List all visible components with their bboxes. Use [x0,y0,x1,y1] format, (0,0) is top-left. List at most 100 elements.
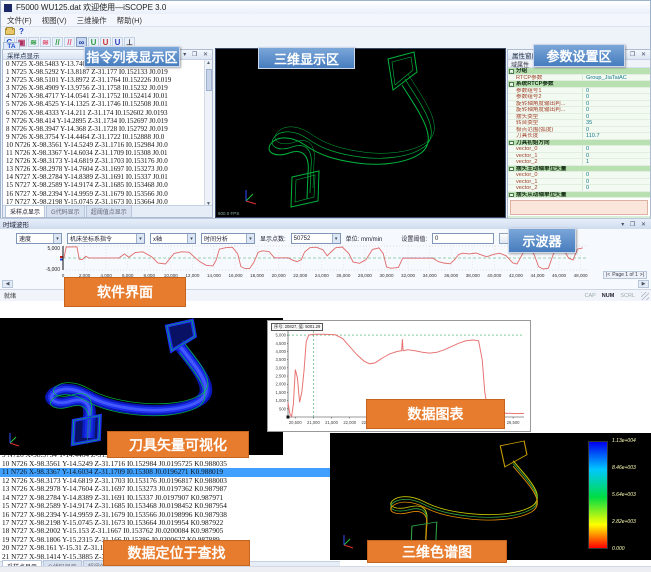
svg-text:22,000: 22,000 [293,273,307,278]
wave-red-icon[interactable]: ≋ [40,37,51,47]
threshold-input[interactable]: 0 [432,233,494,244]
sample-point-panel: 采样点显示 ▾ ❐ ✕ 0 N725 X-98.5483 Y-13.7402 Z… [2,49,213,218]
gcode-row[interactable]: 11 N726 X-98.3367 Y-14.6034 Z-31.1709 I0… [4,149,204,157]
collapse-icon[interactable]: - [509,69,514,74]
coord-system-select[interactable]: 机床坐标系指令▾ [67,233,145,244]
gcode-row[interactable]: 6 N726 X-98.4333 Y-14.211 Z-31.174 I0.15… [4,109,204,117]
panel-window-buttons[interactable]: ▾ ❐ ✕ [621,221,648,228]
scrollbar-thumb[interactable] [206,69,212,91]
menu-view[interactable]: 视图(V) [42,15,67,26]
open-file-icon[interactable] [5,28,15,35]
annotation-tool-vectors: 刀具矢量可视化 [107,431,249,458]
menu-file[interactable]: 文件(F) [7,15,32,26]
panel-window-buttons[interactable]: ▾ ❐ ✕ [621,51,648,58]
svg-text:14,000: 14,000 [207,273,221,278]
property-panel: 属性窗口 ▾ ❐ ✕ 域属性 分组-RTCP参数Group_JiaTaiAC系统… [507,49,651,218]
vector-green-icon[interactable]: U [88,37,99,47]
chevron-down-icon[interactable]: ▾ [187,234,195,243]
loop-icon[interactable]: ∞ [76,37,87,47]
points-count-select[interactable]: 50752▾ [291,233,341,244]
scroll-left-button[interactable]: ◀ [2,280,13,288]
vector-red-icon[interactable]: U [100,37,111,47]
collapse-icon[interactable]: - [509,167,514,172]
chevron-down-icon[interactable]: ▾ [136,234,144,243]
chevron-down-icon[interactable]: ▾ [246,234,254,243]
gcode-row[interactable]: 10 N726 X-98.3561 Y-14.5249 Z-31.1716 I0… [4,141,204,149]
gcode-list[interactable]: 0 N725 X-98.5483 Y-13.7402 Z-31.1776 I0.… [4,60,204,207]
vector-blue-icon[interactable]: U [112,37,123,47]
wave-green-icon[interactable]: ≋ [28,37,39,47]
menu-help[interactable]: 帮助(H) [117,15,142,26]
collapse-icon[interactable]: - [509,141,514,146]
waveform-pager[interactable]: |< Page 1 of 1 >| [603,271,647,279]
gcode-row[interactable]: 5 N726 X-98.4525 Y-14.1325 Z-31.1746 I0.… [4,100,204,108]
gcode-row[interactable]: 9 N726 X-98.3754 Y-14.4464 Z-31.1722 I0.… [4,133,204,141]
svg-text:18,000: 18,000 [250,273,264,278]
svg-text:1,500: 1,500 [276,390,287,395]
caps-indicator: CAP [584,293,595,299]
svg-text:42,000: 42,000 [509,273,523,278]
help-icon[interactable]: ? [19,28,24,36]
gcode-row[interactable]: 2 N725 X-98.5101 Y-13.8972 Z-31.1764 I0.… [4,76,204,84]
toolpath-3d-wireframe [216,49,507,219]
axis-triad-icon [10,433,19,446]
pager-next-button[interactable]: >| [640,272,644,278]
svg-text:22,000: 22,000 [343,420,356,425]
axis-triad-icon [246,190,256,204]
tab-2[interactable]: 超阈值点显示 [86,205,132,217]
svg-text:20,500: 20,500 [289,420,302,425]
svg-text:3,500: 3,500 [276,357,287,362]
gcode-row[interactable]: 7 N726 X-98.414 Y-14.2895 Z-31.1734 I0.1… [4,117,204,125]
property-description-box [510,200,648,215]
gcode-row[interactable]: 4 N726 X-98.4717 Y-14.0541 Z-31.1752 I0.… [4,92,204,100]
num-indicator: NUM [602,293,615,299]
tab-1[interactable]: G代码显示 [46,205,85,217]
svg-text:40,000: 40,000 [487,273,501,278]
gcode-row[interactable]: 12 N726 X-98.3173 Y-14.6819 Z-31.1703 I0… [4,157,204,165]
perpendicular-icon[interactable]: ⊥ [124,37,135,47]
chevron-down-icon[interactable]: ▾ [53,234,61,243]
svg-text:16,000: 16,000 [229,273,243,278]
axis-select[interactable]: x轴▾ [150,233,196,244]
threshold-label: 设置阈值: [401,234,427,243]
annotation-data-chart: 数据图表 [366,399,505,429]
chevron-down-icon[interactable]: ▾ [332,234,340,243]
gcode-row[interactable]: 13 N726 X-98.2978 Y-14.7604 Z-31.1697 I0… [4,165,204,173]
resize-grip[interactable] [641,292,649,300]
collapse-icon[interactable]: - [509,82,514,87]
annotation-data-locate: 数据定位于查找 [103,540,250,566]
svg-text:-5,000: -5,000 [46,267,60,273]
gcode-row[interactable]: 1 N725 X-98.5292 Y-13.8187 Z-31.177 I0.1… [4,68,204,76]
hatch-red-icon[interactable]: // [64,37,75,47]
signal-select[interactable]: 速度▾ [16,233,62,244]
svg-text:24,000: 24,000 [315,273,329,278]
hatch-green-icon[interactable]: // [52,37,63,47]
svg-text:21,500: 21,500 [325,420,338,425]
gcode-row[interactable]: 16 N727 X-98.2394 Y-14.9959 Z-31.1679 I0… [4,190,204,198]
svg-text:5,000: 5,000 [47,246,60,252]
pager-prev-button[interactable]: |< [606,272,610,278]
svg-text:2,000: 2,000 [276,382,287,387]
annotation-software-ui: 软件界面 [64,277,186,307]
gcode-row[interactable]: 3 N726 X-98.4909 Y-13.9756 Z-31.1758 I0.… [4,84,204,92]
svg-text:4,500: 4,500 [276,341,287,346]
gcode-row[interactable]: 15 N727 X-98.2589 Y-14.9174 Z-31.1685 I0… [4,181,204,189]
color-scale-value: 1.13e+004 [612,438,636,444]
property-grid[interactable]: 分组-RTCP参数Group_JiaTaiAC系统RTCP参数-参数组号10参数… [508,68,650,198]
tab-0[interactable]: 采样点显示 [5,205,45,217]
vertical-scrollbar[interactable]: ▲▼ [204,60,212,207]
svg-text:26,500: 26,500 [507,420,520,425]
svg-text:32,000: 32,000 [401,273,415,278]
gcode-row[interactable]: 14 N727 X-98.2784 Y-14.8389 Z-31.1691 I0… [4,173,204,181]
gcode-row[interactable]: 8 N726 X-98.3947 Y-14.368 Z-31.1728 I0.1… [4,125,204,133]
analysis-select[interactable]: 时间分析▾ [201,233,255,244]
svg-text:5,000: 5,000 [276,333,287,338]
property-group-row[interactable]: 摆头从动轴单位矢量- [508,192,650,199]
scroll-right-button[interactable]: ▶ [638,280,649,288]
viewer-3d-panel[interactable]: 500.0 FPS [215,48,506,218]
panel-window-buttons[interactable]: ▾ ❐ ✕ [183,51,210,58]
bottom-strip [0,566,651,572]
collapse-icon[interactable]: - [509,193,514,198]
menu-3d-ops[interactable]: 三维操作 [77,15,107,26]
app-icon [4,4,12,12]
